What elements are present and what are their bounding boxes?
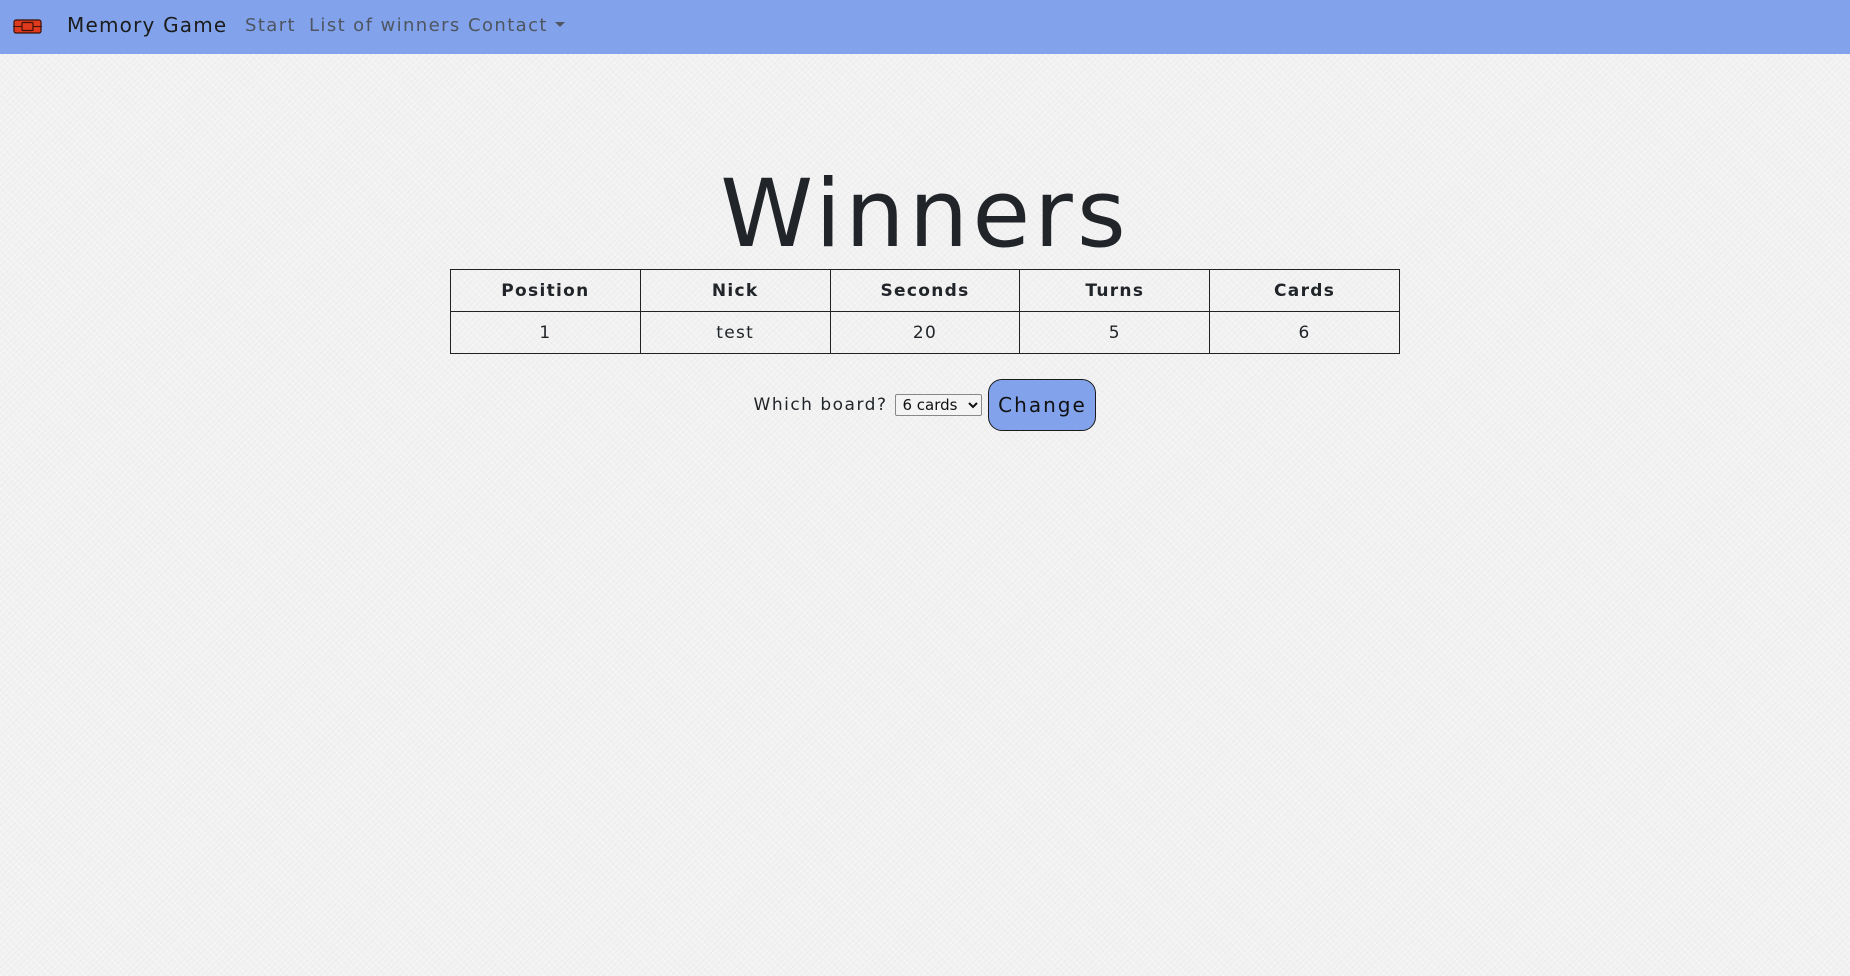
nav-contact-label: Contact: [468, 15, 548, 36]
header-turns: Turns: [1019, 269, 1211, 312]
header-seconds: Seconds: [829, 269, 1021, 312]
navbar: Memory Game Start List of winners Contac…: [0, 0, 1850, 54]
page-title: Winners: [720, 160, 1130, 269]
board-select[interactable]: 6 cards: [895, 394, 983, 416]
cell-position: 1: [450, 311, 641, 354]
cell-nick: test: [639, 311, 831, 354]
change-button[interactable]: Change: [988, 379, 1097, 431]
winners-table: Position Nick Seconds Turns Cards 1 test…: [450, 269, 1400, 354]
caret-down-icon: [554, 21, 565, 27]
header-nick: Nick: [639, 269, 831, 312]
board-label: Which board?: [753, 395, 888, 415]
card-logo-icon[interactable]: [13, 19, 42, 34]
brand-link[interactable]: Memory Game: [67, 13, 227, 37]
table-header-row: Position Nick Seconds Turns Cards: [450, 269, 1400, 312]
nav-start[interactable]: Start: [245, 15, 296, 36]
cell-seconds: 20: [829, 311, 1021, 354]
nav-list-of-winners[interactable]: List of winners: [309, 15, 461, 36]
board-selector: Which board? 6 cards Change: [0, 379, 1850, 431]
header-cards: Cards: [1209, 269, 1400, 312]
cell-cards: 6: [1209, 311, 1400, 354]
cell-turns: 5: [1019, 311, 1211, 354]
nav-contact-dropdown[interactable]: Contact: [468, 15, 565, 36]
header-position: Position: [450, 269, 641, 312]
table-row: 1 test 20 5 6: [450, 311, 1400, 354]
